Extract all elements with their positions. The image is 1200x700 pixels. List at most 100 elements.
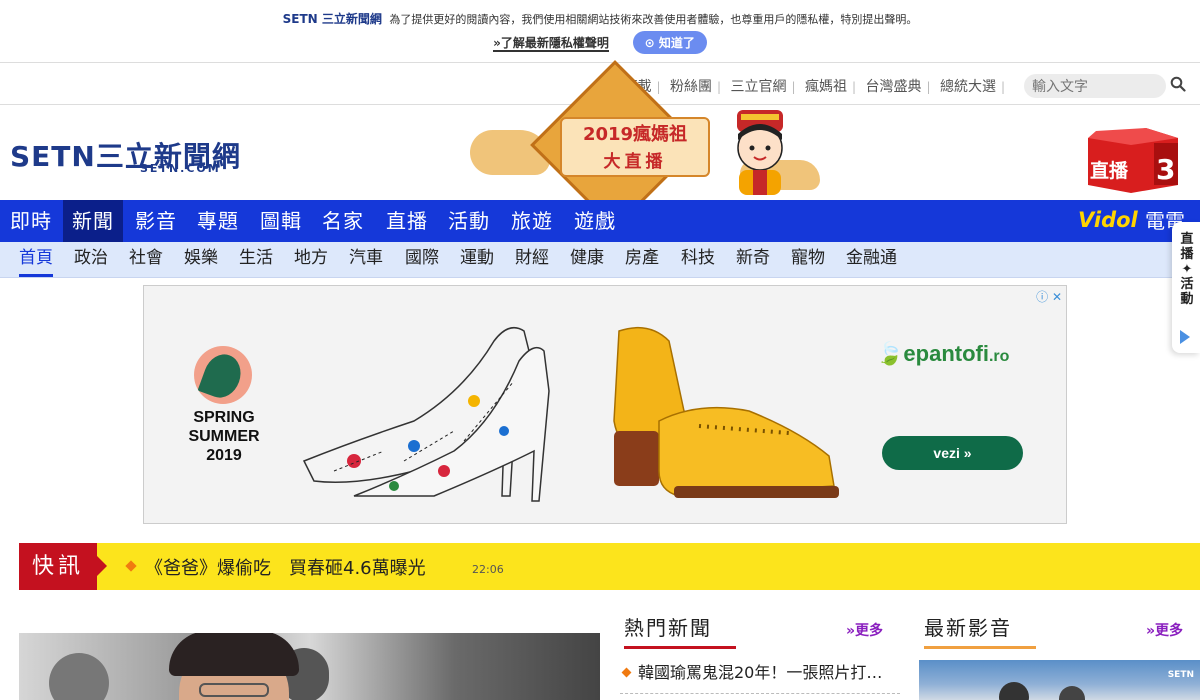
subnav-item-fintech[interactable]: 金融通 [846, 242, 897, 277]
photo-subject-hair [169, 633, 299, 676]
subnav-item-pets[interactable]: 寵物 [791, 242, 825, 277]
utility-link-ceremony[interactable]: 台灣盛典 [865, 79, 921, 95]
breaking-headline[interactable]: 《爸爸》爆偷吃 買春砸4.6萬曝光 [145, 554, 426, 580]
ad-brand-suffix: .ro [988, 348, 1010, 365]
bullet-icon [621, 667, 632, 678]
utility-link-official[interactable]: 三立官網 [730, 79, 786, 95]
main-nav: 即時 新聞 影音 專題 圖輯 名家 直播 活動 旅遊 遊戲 Vidol 電電購 [0, 200, 1200, 275]
subnav-item-finance[interactable]: 財經 [515, 242, 549, 277]
privacy-policy-link[interactable]: »了解最新隱私權聲明 [493, 36, 609, 52]
live-events-side-tab[interactable]: 直播✦活動 [1172, 222, 1200, 353]
yellow-loafer-shoes-image [613, 326, 839, 498]
ad-cta-button[interactable]: vezi » [882, 436, 1023, 470]
cookie-actions: »了解最新隱私權聲明 ⊙ 知道了 [0, 31, 1200, 54]
cookie-brand: SETN 三立新聞網 [282, 12, 382, 26]
utility-link-mazu[interactable]: 瘋媽祖 [805, 79, 847, 95]
subnav-item-tech[interactable]: 科技 [681, 242, 715, 277]
ad-brand-logo: 🍃epantofi.ro [876, 341, 1009, 367]
nav-item-events[interactable]: 活動 [448, 200, 490, 242]
nav-item-live[interactable]: 直播 [386, 200, 428, 242]
search-input[interactable] [1024, 74, 1166, 98]
nav-item-games[interactable]: 遊戲 [574, 200, 616, 242]
photo-subject-glasses [199, 683, 269, 697]
side-tab-label: 直播✦活動 [1180, 232, 1194, 307]
photo-background-person [49, 653, 109, 700]
cookie-message-line: SETN 三立新聞網 為了提供更好的閱讀內容，我們使用相關網站技術來改善使用者體… [0, 10, 1200, 27]
nav-item-video[interactable]: 影音 [135, 200, 177, 242]
subnav-item-health[interactable]: 健康 [570, 242, 604, 277]
mazu-character-icon [737, 110, 783, 195]
subnav-item-life[interactable]: 生活 [239, 242, 273, 277]
banner-title: 2019瘋媽祖 [582, 124, 688, 145]
hot-news-underline [624, 646, 736, 649]
brand-bar: SETN三立新聞網 SETN.COM 2019瘋媽祖 大直播 直播 3 [0, 60, 1200, 230]
divider: | [926, 80, 931, 94]
utility-link-fans[interactable]: 粉絲團 [670, 79, 712, 95]
nav-item-realtime[interactable]: 即時 [10, 200, 52, 242]
subnav-item-cars[interactable]: 汽車 [349, 242, 383, 277]
play-icon [1180, 330, 1190, 344]
hot-news-item[interactable]: 韓國瑜罵鬼混20年！一張照片打… [620, 660, 900, 694]
hot-news-more-link[interactable]: »更多 [846, 620, 883, 640]
cookie-consent-bar: SETN 三立新聞網 為了提供更好的閱讀內容，我們使用相關網站技術來改善使用者體… [0, 0, 1200, 63]
video-watermark: SETN [1167, 670, 1194, 680]
subnav-item-international[interactable]: 國際 [405, 242, 439, 277]
subnav-item-politics[interactable]: 政治 [74, 242, 108, 277]
cookie-ok-label: 知道了 [658, 36, 695, 50]
latest-video-more-link[interactable]: »更多 [1146, 620, 1183, 640]
subnav-item-society[interactable]: 社會 [129, 242, 163, 277]
cookie-ok-button[interactable]: ⊙ 知道了 [632, 31, 707, 54]
high-heel-shoes-image [302, 326, 550, 502]
subnav-item-local[interactable]: 地方 [294, 242, 328, 277]
logo-subtext: SETN.COM [140, 162, 221, 175]
utility-links: APP下載| 粉絲團| 三立官網| 瘋媽祖| 台灣盛典| 總統大選| [597, 76, 1010, 96]
nav-item-news[interactable]: 新聞 [63, 200, 123, 242]
arrow-right-icon [97, 556, 107, 576]
subnav-item-sports[interactable]: 運動 [460, 242, 494, 277]
latest-video-header: 最新影音 »更多 [924, 612, 1200, 649]
check-circle-icon: ⊙ [644, 36, 659, 50]
nav-item-gallery[interactable]: 圖輯 [260, 200, 302, 242]
nav-item-columnists[interactable]: 名家 [322, 200, 364, 242]
leaf-icon: 🍃 [876, 341, 904, 366]
bullet-icon [125, 560, 137, 572]
live-badge-channel: 3 [1156, 153, 1175, 186]
breaking-time: 22:06 [472, 563, 504, 576]
divider: | [851, 80, 856, 94]
breaking-label: 快訊 [19, 543, 97, 590]
subnav-item-home[interactable]: 首頁 [19, 242, 53, 277]
sub-nav: 首頁 政治 社會 娛樂 生活 地方 汽車 國際 運動 財經 健康 房產 科技 新… [0, 242, 1200, 278]
latest-video-underline [924, 646, 1036, 649]
ad-season-text: SPRING SUMMER 2019 [188, 409, 260, 464]
search-icon[interactable] [1170, 76, 1186, 96]
lead-news-photo[interactable] [19, 633, 600, 700]
mazu-live-banner[interactable]: 2019瘋媽祖 大直播 [470, 60, 825, 230]
nav-item-topics[interactable]: 專題 [197, 200, 239, 242]
divider: | [791, 80, 796, 94]
hot-news-header: 熱門新聞 »更多 [624, 612, 900, 649]
divider: | [1000, 80, 1005, 94]
subnav-item-entertainment[interactable]: 娛樂 [184, 242, 218, 277]
divider: | [716, 80, 721, 94]
video-person [999, 682, 1029, 700]
ad-choices-icon[interactable]: ⓘ ✕ [1036, 288, 1062, 305]
live-channel-3-badge[interactable]: 直播 3 [1086, 123, 1181, 193]
ad-brand-name: epantofi [903, 341, 989, 366]
site-logo[interactable]: SETN三立新聞網 SETN.COM [10, 135, 241, 175]
display-ad[interactable]: ⓘ ✕ SPRING SUMMER 2019 🍃epantofi.ro vezi… [143, 285, 1067, 524]
hot-news-item-title: 韓國瑜罵鬼混20年！一張照片打… [638, 663, 883, 682]
utility-link-election[interactable]: 總統大選 [940, 79, 996, 95]
divider: | [656, 80, 661, 94]
palm-leaf-icon [194, 346, 252, 404]
banner-title-box: 2019瘋媽祖 大直播 [560, 117, 710, 177]
subnav-item-realestate[interactable]: 房產 [625, 242, 659, 277]
video-person [1059, 686, 1085, 700]
vidol-logo[interactable]: Vidol [1078, 208, 1138, 232]
live-badge-label: 直播 [1090, 159, 1129, 182]
nav-item-travel[interactable]: 旅遊 [511, 200, 553, 242]
latest-video-thumbnail[interactable]: SETN [919, 660, 1200, 700]
cookie-message: 為了提供更好的閱讀內容，我們使用相關網站技術來改善使用者體驗，也尊重用戶的隱私權… [389, 13, 918, 26]
banner-subtitle: 大直播 [603, 152, 667, 172]
breaking-news-ticker: 快訊 《爸爸》爆偷吃 買春砸4.6萬曝光 22:06 [19, 543, 1200, 590]
subnav-item-odd[interactable]: 新奇 [736, 242, 770, 277]
